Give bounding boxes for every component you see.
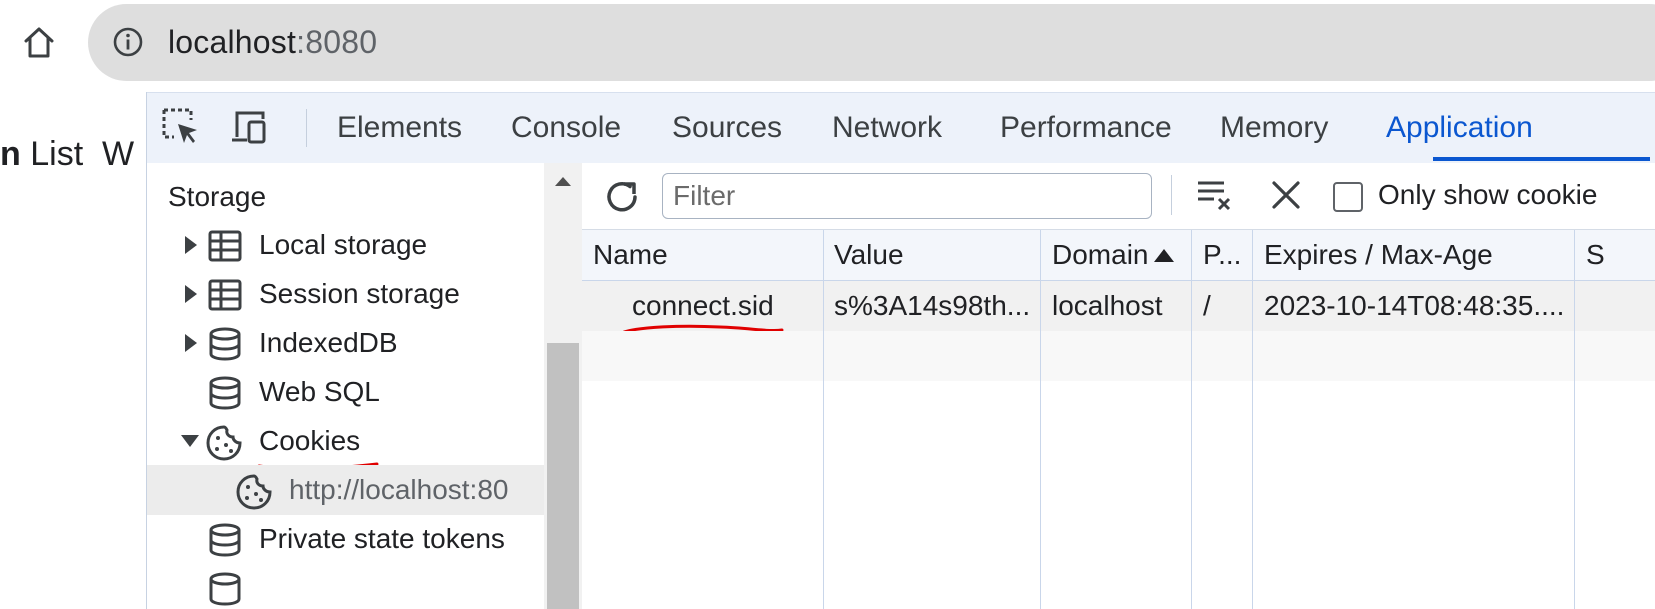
cookie-icon (235, 473, 272, 510)
sidebar-item-label: Session storage (259, 278, 460, 309)
tab-application[interactable]: Application (1386, 93, 1533, 163)
database-icon (207, 326, 243, 362)
column-divider (1252, 230, 1253, 609)
active-tab-indicator (1433, 157, 1650, 161)
column-header-domain-label: Domain (1052, 239, 1149, 270)
home-icon[interactable] (18, 22, 60, 64)
column-header-name[interactable]: Name (593, 238, 668, 272)
devtools-tab-bar: Elements Console Sources Network Perform… (147, 92, 1655, 164)
sidebar-item-label: Web SQL (259, 376, 380, 407)
sort-ascending-icon (1154, 249, 1175, 262)
column-divider (1191, 230, 1192, 609)
column-divider (1574, 230, 1575, 609)
sidebar-item-cookie-origin[interactable]: http://localhost:80 (147, 465, 544, 515)
device-toolbar-icon[interactable] (229, 107, 269, 147)
cookie-name-cell: connect.sid (632, 290, 774, 321)
sidebar-item-label: Local storage (259, 229, 428, 260)
storage-section-title[interactable]: Storage (168, 181, 266, 213)
scroll-up-arrow-icon[interactable] (555, 177, 571, 186)
cookie-path-cell: / (1203, 290, 1211, 321)
table-icon (207, 228, 243, 264)
tab-console[interactable]: Console (511, 93, 621, 163)
url-port: :8080 (296, 24, 378, 60)
clear-all-icon[interactable] (1268, 177, 1304, 213)
scrollbar-thumb[interactable] (547, 343, 579, 609)
page-text-fragment[interactable]: List W (21, 135, 134, 173)
application-sidebar: Storage Local storage Session storage In… (147, 163, 545, 609)
tab-network[interactable]: Network (832, 93, 942, 163)
toolbar-separator (1171, 175, 1172, 215)
tab-sources[interactable]: Sources (672, 93, 782, 163)
column-header-domain[interactable]: Domain (1052, 238, 1175, 272)
sidebar-item-indexeddb[interactable]: IndexedDB (147, 318, 544, 368)
column-divider (1040, 230, 1041, 609)
sidebar-item-session-storage[interactable]: Session storage (147, 269, 544, 319)
expand-arrow-icon[interactable] (181, 332, 201, 354)
page-bold-char: n (0, 135, 21, 173)
url-host: localhost (168, 24, 297, 60)
only-show-issues-checkbox[interactable] (1333, 182, 1363, 212)
sidebar-item-partial[interactable] (147, 563, 544, 609)
tab-performance[interactable]: Performance (1000, 93, 1172, 163)
sidebar-item-label: Cookies (259, 425, 361, 456)
clear-filtered-cookies-icon[interactable] (1194, 175, 1234, 215)
sidebar-scrollbar[interactable] (544, 163, 582, 609)
database-icon (207, 375, 243, 411)
tab-memory[interactable]: Memory (1220, 93, 1328, 163)
column-header-path[interactable]: P... (1203, 238, 1241, 272)
cookie-domain-cell: localhost (1052, 290, 1163, 321)
filter-input[interactable] (663, 174, 1145, 218)
cookie-expires-cell: 2023-10-14T08:48:35.... (1264, 290, 1565, 321)
page-nav-text: n List W (0, 134, 134, 174)
tab-elements[interactable]: Elements (337, 93, 462, 163)
sidebar-item-private-state-tokens[interactable]: Private state tokens (147, 514, 544, 564)
table-icon (207, 277, 243, 313)
table-header: Name Value Domain P... Expires / Max-Age… (582, 230, 1655, 281)
filter-field[interactable] (662, 173, 1152, 219)
sidebar-item-label: IndexedDB (259, 327, 398, 358)
sidebar-item-web-sql[interactable]: Web SQL (147, 367, 544, 417)
cookies-panel: Only show cookie Name Value Domain P... … (582, 163, 1655, 609)
inspect-element-icon[interactable] (161, 107, 201, 147)
column-divider (823, 230, 824, 609)
expand-arrow-icon[interactable] (181, 283, 201, 305)
cookies-table: Name Value Domain P... Expires / Max-Age… (582, 230, 1655, 609)
cookie-value-cell: s%3A14s98th... (834, 290, 1031, 321)
column-header-expires[interactable]: Expires / Max-Age (1264, 238, 1493, 272)
sidebar-item-cookies[interactable]: Cookies (147, 416, 544, 466)
sidebar-item-local-storage[interactable]: Local storage (147, 220, 544, 270)
sidebar-item-label: Private state tokens (259, 523, 505, 554)
site-info-icon[interactable] (112, 26, 144, 58)
expand-arrow-icon[interactable] (181, 234, 201, 256)
address-bar[interactable]: localhost:8080 (88, 4, 1655, 81)
database-icon (207, 571, 243, 607)
sidebar-item-label: http://localhost:80 (289, 474, 509, 505)
collapse-arrow-icon[interactable] (179, 430, 199, 452)
cookie-icon (205, 424, 242, 461)
browser-toolbar: localhost:8080 (0, 0, 1655, 92)
database-icon (207, 522, 243, 558)
cookies-toolbar: Only show cookie (582, 163, 1655, 230)
column-header-value[interactable]: Value (834, 238, 904, 272)
url-text[interactable]: localhost:8080 (168, 24, 377, 60)
tab-separator (306, 109, 307, 147)
column-header-size[interactable]: S (1586, 238, 1605, 272)
table-row-empty[interactable] (582, 331, 1655, 381)
devtools-panel: Elements Console Sources Network Perform… (146, 92, 1655, 609)
only-show-label: Only show cookie (1378, 179, 1598, 210)
table-row[interactable]: connect.sid s%3A14s98th... localhost / 2… (582, 281, 1655, 331)
refresh-icon[interactable] (602, 177, 642, 217)
